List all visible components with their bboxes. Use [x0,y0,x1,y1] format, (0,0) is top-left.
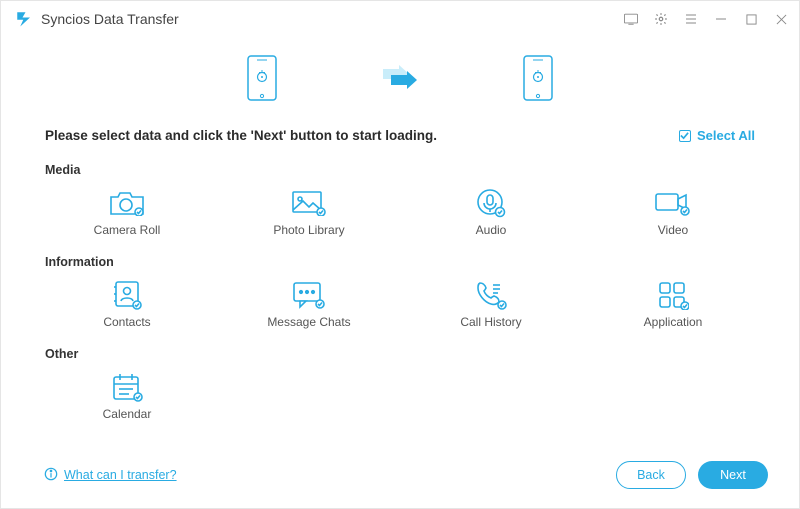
video-icon [654,189,692,217]
app-logo-icon [15,10,33,28]
section-title-media: Media [45,163,755,177]
window-controls [623,11,789,27]
item-video[interactable]: Video [591,187,755,239]
target-phone-icon [523,55,553,106]
item-camera-roll[interactable]: Camera Roll [45,187,209,239]
help-link[interactable]: What can I transfer? [44,467,177,484]
application-icon [657,281,689,309]
item-contacts[interactable]: Contacts [45,279,209,331]
section-title-information: Information [45,255,755,269]
select-all-checkbox[interactable]: Select All [679,128,755,143]
check-icon [679,130,691,142]
item-application[interactable]: Application [591,279,755,331]
item-message-chats[interactable]: Message Chats [227,279,391,331]
calendar-icon [111,373,143,401]
arrow-right-icon [377,63,423,98]
minimize-icon[interactable] [713,11,729,27]
help-link-label: What can I transfer? [64,468,177,482]
item-label: Audio [476,223,507,237]
item-label: Camera Roll [94,223,161,237]
device-transfer-row [1,37,799,128]
select-all-label: Select All [697,128,755,143]
item-label: Calendar [103,407,152,421]
content-area: Please select data and click the 'Next' … [1,128,799,423]
media-grid: Camera Roll Photo Library Audio Video [45,187,755,239]
item-label: Message Chats [267,315,350,329]
app-title: Syncios Data Transfer [41,11,179,27]
info-icon [44,467,58,484]
menu-icon[interactable] [683,11,699,27]
maximize-icon[interactable] [743,11,759,27]
settings-icon[interactable] [653,11,669,27]
footer-bar: What can I transfer? Back Next [0,445,800,509]
information-grid: Contacts Message Chats Call History Appl… [45,279,755,331]
other-grid: Calendar [45,371,755,423]
item-call-history[interactable]: Call History [409,279,573,331]
item-label: Contacts [103,315,150,329]
feedback-icon[interactable] [623,11,639,27]
next-button-label: Next [720,468,746,482]
item-photo-library[interactable]: Photo Library [227,187,391,239]
source-phone-icon [247,55,277,106]
instruction-text: Please select data and click the 'Next' … [45,128,437,143]
item-label: Call History [460,315,521,329]
item-label: Video [658,223,688,237]
next-button[interactable]: Next [698,461,768,489]
item-calendar[interactable]: Calendar [45,371,209,423]
back-button-label: Back [637,468,665,482]
back-button[interactable]: Back [616,461,686,489]
close-icon[interactable] [773,11,789,27]
item-label: Application [644,315,703,329]
photo-library-icon [291,189,327,217]
audio-icon [476,189,506,217]
item-label: Photo Library [273,223,344,237]
item-audio[interactable]: Audio [409,187,573,239]
section-title-other: Other [45,347,755,361]
contacts-icon [112,281,142,309]
call-history-icon [475,281,507,309]
message-chats-icon [292,281,326,309]
title-bar: Syncios Data Transfer [1,1,799,37]
camera-roll-icon [109,189,145,217]
